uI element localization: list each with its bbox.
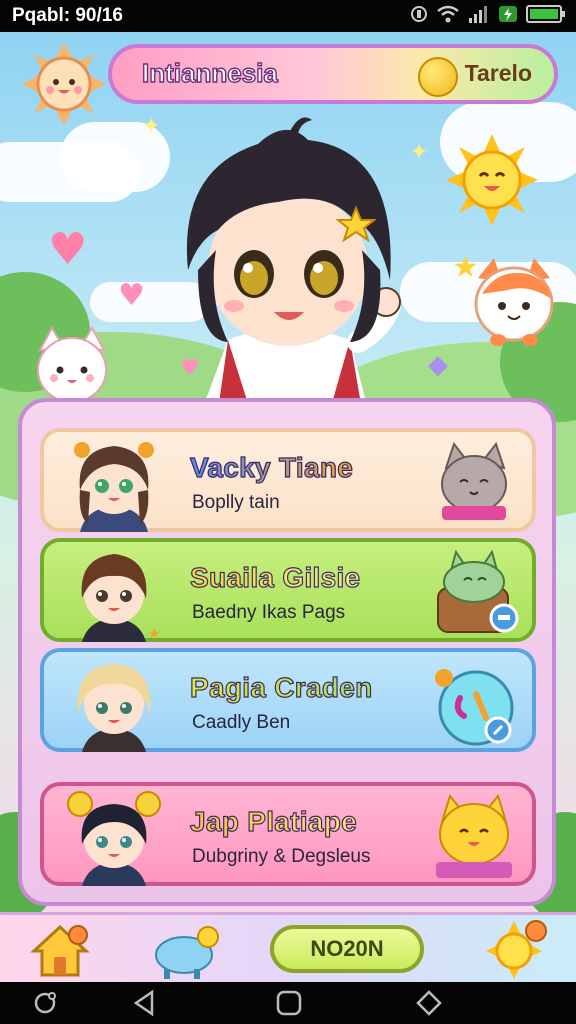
- hero-character: [186, 117, 401, 410]
- top-title-bar: Intiannesia Tarelo: [108, 44, 558, 104]
- bottom-bar: NO20N: [0, 912, 576, 985]
- vibrate-icon: [411, 6, 427, 22]
- gem-icon: ◆: [428, 350, 448, 380]
- back-icon[interactable]: [130, 988, 160, 1018]
- character-avatar: [74, 442, 154, 532]
- character-card-1[interactable]: Vacky Tiane Boplly tain: [40, 428, 536, 532]
- coin-icon[interactable]: [418, 57, 458, 97]
- charging-icon: [499, 6, 517, 22]
- cat-mascot-icon: [474, 258, 554, 346]
- character-name: Vacky Tiane: [189, 451, 354, 483]
- character-subtitle: Dubgriny & Degsleus: [192, 846, 371, 867]
- character-card-2[interactable]: ★ Suaila Gilsie Baedny Ikas Pags: [40, 538, 536, 642]
- recents-icon[interactable]: [414, 988, 444, 1018]
- gray-cat-icon: [441, 441, 507, 520]
- cat-mascot-icon: [37, 325, 107, 403]
- home-icon[interactable]: [30, 923, 90, 979]
- game-title: Intiannesia: [141, 57, 278, 88]
- status-bar: Pqabl: 90/16: [0, 0, 576, 32]
- character-name: Jap Platiape: [189, 805, 358, 837]
- character-card-3[interactable]: Pagia Craden Caadly Ben: [40, 648, 536, 752]
- character-subtitle: Caadly Ben: [192, 712, 291, 733]
- character-name: Pagia Craden: [189, 671, 373, 703]
- home-nav-icon[interactable]: [274, 988, 304, 1018]
- character-avatar: [67, 791, 161, 886]
- game-scene: ✦ ✦ ♥ ♥ ♥ ★ ◆ Intiannesia Tarelo Vacky T…: [0, 32, 576, 912]
- character-subtitle: Baedny Ikas Pags: [192, 602, 346, 623]
- battery-icon: [526, 5, 565, 23]
- sun-mascot-icon: [22, 42, 106, 126]
- status-icons: [410, 4, 566, 24]
- yellow-cat-icon: [436, 793, 512, 878]
- character-avatar: ★: [81, 554, 161, 642]
- status-time: Pqabl: 90/16: [12, 5, 123, 26]
- character-name: Suaila Gilsie: [189, 561, 361, 593]
- sun-icon[interactable]: [484, 919, 550, 981]
- heart-icon: ♥: [118, 278, 145, 313]
- candy-orb-icon: [435, 669, 514, 746]
- character-avatar: [77, 664, 151, 752]
- sun-mascot-icon: [446, 134, 538, 226]
- pet-icon[interactable]: [150, 921, 224, 981]
- wifi-icon: [437, 5, 459, 23]
- character-card-4[interactable]: Jap Platiape Dubgriny & Degsleus: [40, 782, 536, 886]
- currency-label[interactable]: Tarelo: [465, 60, 532, 87]
- signal-icon: [469, 6, 487, 23]
- character-list-panel: Vacky Tiane Boplly tain ★ Suaila Gilsie: [18, 398, 556, 906]
- cat-basket-icon: [437, 549, 519, 633]
- svg-text:★: ★: [148, 626, 161, 642]
- system-nav-bar: [0, 982, 576, 1024]
- assist-icon[interactable]: [30, 988, 60, 1018]
- heart-icon: ♥: [48, 224, 88, 275]
- play-button[interactable]: NO20N: [270, 925, 424, 973]
- character-subtitle: Boplly tain: [192, 492, 280, 513]
